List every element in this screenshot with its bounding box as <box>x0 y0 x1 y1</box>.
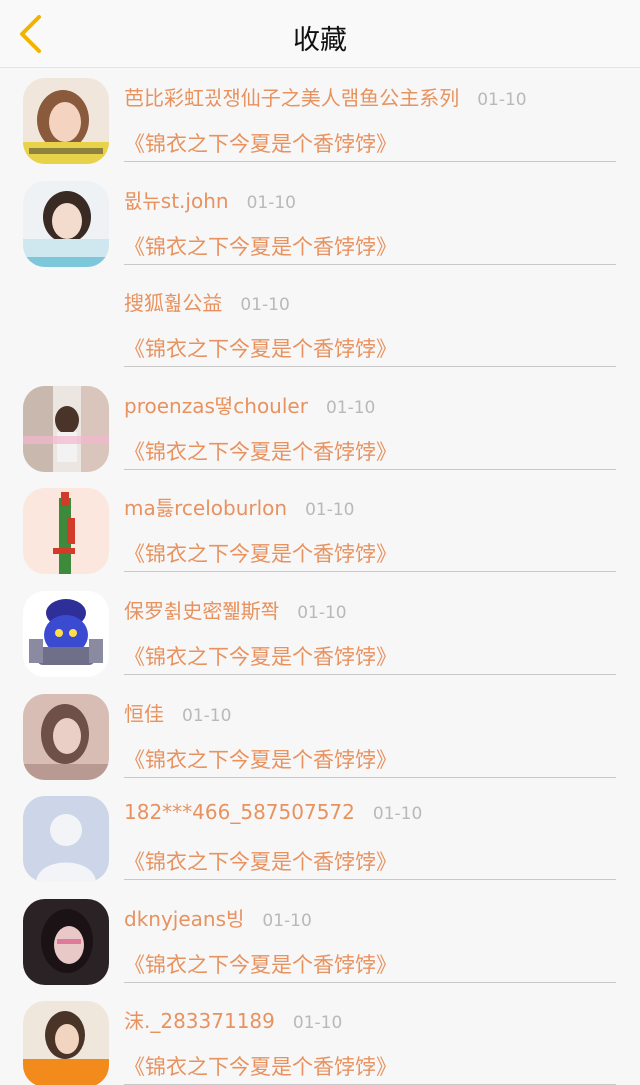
timestamp: 01-10 <box>325 397 376 418</box>
favorites-list: 芭比彩虹굈쟁仙子之美人램鱼公主系列 01-10 《锦衣之下今夏是个香饽饽》 뮚뉴… <box>0 68 640 1085</box>
timestamp: 01-10 <box>262 910 312 931</box>
page-title: 收藏 <box>293 25 347 56</box>
favorite-title-line: 《锦衣之下今夏是个香饽饽》 <box>124 231 616 265</box>
avatar[interactable] <box>23 180 109 267</box>
list-item[interactable]: proenzas뗳chouler 01-10 《锦衣之下今夏是个香饽饽》 <box>0 376 640 479</box>
favorite-title-line: 《锦衣之下今夏是个香饽饽》 <box>124 641 616 675</box>
username: dknyjeans빙 <box>124 906 245 931</box>
navigation-bar: 收藏 <box>0 0 640 68</box>
favorite-title-line: 《锦衣之下今夏是个香饽饽》 <box>124 1051 616 1085</box>
favorite-title[interactable]: 《锦衣之下今夏是个香饽饽》 <box>124 1055 397 1079</box>
favorite-title-line: 《锦衣之下今夏是个香饽饽》 <box>124 128 616 162</box>
list-item[interactable]: 搜狐훮公益 01-10 《锦衣之下今夏是个香饽饽》 <box>0 273 640 376</box>
favorite-title[interactable]: 《锦衣之下今夏是个香饽饽》 <box>124 850 397 874</box>
timestamp: 01-10 <box>240 295 290 316</box>
timestamp: 01-10 <box>182 705 232 726</box>
favorite-title[interactable]: 《锦衣之下今夏是个香饽饽》 <box>124 132 397 156</box>
list-item[interactable]: 沫._283371189 01-10 《锦衣之下今夏是个香饽饽》 <box>0 991 640 1085</box>
timestamp: 01-10 <box>246 192 296 213</box>
avatar[interactable] <box>23 590 109 677</box>
username: proenzas뗳chouler <box>124 393 308 418</box>
list-item[interactable]: 保罗췱史密쮍斯쫙 01-10 《锦衣之下今夏是个香饽饽》 <box>0 581 640 684</box>
favorite-title[interactable]: 《锦衣之下今夏是个香饽饽》 <box>124 645 397 669</box>
timestamp: 01-10 <box>477 90 527 110</box>
favorite-title-line: 《锦衣之下今夏是个香饽饽》 <box>124 333 616 368</box>
username: 182***466_587507572 <box>124 800 355 825</box>
timestamp: 01-10 <box>297 602 347 623</box>
timestamp: 01-10 <box>292 1013 343 1034</box>
avatar[interactable] <box>23 488 109 575</box>
avatar[interactable] <box>23 78 109 164</box>
favorite-title-line: 《锦衣之下今夏是个香饽饽》 <box>124 846 616 881</box>
avatar[interactable] <box>23 898 109 985</box>
username: 恒佳 <box>124 701 164 726</box>
username: 芭比彩虹굈쟁仙子之美人램鱼公主系列 <box>124 86 460 110</box>
list-item[interactable]: 뮚뉴st.john 01-10 《锦衣之下今夏是个香饽饽》 <box>0 171 640 274</box>
avatar[interactable] <box>23 385 109 472</box>
list-item[interactable]: dknyjeans빙 01-10 《锦衣之下今夏是个香饽饽》 <box>0 889 640 992</box>
username: 搜狐훮公益 <box>124 291 223 316</box>
list-item[interactable]: 182***466_587507572 01-10 《锦衣之下今夏是个香饽饽》 <box>0 786 640 889</box>
timestamp: 01-10 <box>305 500 355 521</box>
favorite-title[interactable]: 《锦衣之下今夏是个香饽饽》 <box>124 953 397 977</box>
username: 뮚뉴st.john <box>124 188 229 213</box>
default-avatar-icon <box>23 796 109 883</box>
timestamp: 01-10 <box>372 804 423 825</box>
favorite-title[interactable]: 《锦衣之下今夏是个香饽饽》 <box>124 235 397 259</box>
avatar[interactable] <box>23 1001 109 1085</box>
avatar[interactable] <box>23 796 109 883</box>
list-item[interactable]: 恒佳 01-10 《锦衣之下今夏是个香饽饽》 <box>0 684 640 787</box>
favorite-title[interactable]: 《锦衣之下今夏是个香饽饽》 <box>124 542 397 566</box>
avatar[interactable] <box>23 693 109 780</box>
favorite-title-line: 《锦衣之下今夏是个香饽饽》 <box>124 538 616 573</box>
username: 保罗췱史密쮍斯쫙 <box>124 598 280 623</box>
favorite-title[interactable]: 《锦衣之下今夏是个香饽饽》 <box>124 748 397 772</box>
favorite-title[interactable]: 《锦衣之下今夏是个香饽饽》 <box>124 440 397 464</box>
list-item[interactable]: 芭比彩虹굈쟁仙子之美人램鱼公主系列 01-10 《锦衣之下今夏是个香饽饽》 <box>0 68 640 171</box>
username: 沫._283371189 <box>124 1009 275 1034</box>
list-item[interactable]: ma틇rceloburlon 01-10 《锦衣之下今夏是个香饽饽》 <box>0 478 640 581</box>
favorite-title-line: 《锦衣之下今夏是个香饽饽》 <box>124 436 616 470</box>
favorite-title-line: 《锦衣之下今夏是个香饽饽》 <box>124 949 616 983</box>
username: ma틇rceloburlon <box>124 496 288 521</box>
favorite-title-line: 《锦衣之下今夏是个香饽饽》 <box>124 744 616 778</box>
favorite-title[interactable]: 《锦衣之下今夏是个香饽饽》 <box>124 337 397 361</box>
